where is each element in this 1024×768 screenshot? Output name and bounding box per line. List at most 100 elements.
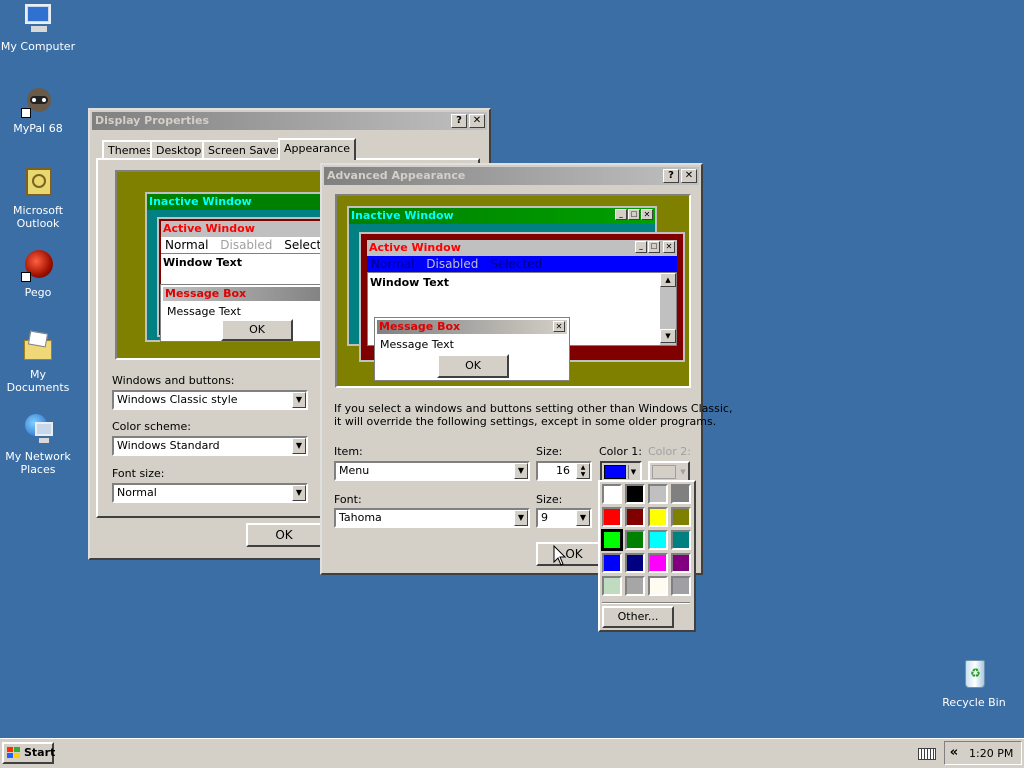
tab-label: Screen Saver bbox=[208, 144, 281, 157]
font-size-select[interactable]: 9 ▼ bbox=[536, 508, 592, 528]
chevron-down-icon[interactable]: ▼ bbox=[292, 392, 306, 408]
font-size-select[interactable]: Normal ▼ bbox=[112, 483, 308, 503]
help-button[interactable]: ? bbox=[663, 169, 679, 183]
preview-menu-bar: Normal Disabled Selected bbox=[367, 256, 677, 272]
color-swatch[interactable] bbox=[648, 507, 668, 527]
color-swatch[interactable] bbox=[648, 484, 668, 504]
color-swatch[interactable] bbox=[625, 576, 645, 596]
color-picker-popup: Other... bbox=[598, 480, 696, 632]
color-swatch[interactable] bbox=[671, 553, 691, 573]
close-button[interactable]: ✕ bbox=[469, 114, 485, 128]
ok-button[interactable]: OK bbox=[246, 523, 322, 547]
font-label: Font: bbox=[334, 493, 362, 506]
desktop-icon-mypal[interactable]: MyPal 68 bbox=[0, 84, 76, 135]
color2-swatch bbox=[652, 465, 676, 479]
color-swatch[interactable] bbox=[602, 484, 622, 504]
scroll-up-icon: ▲ bbox=[660, 273, 676, 287]
chevron-down-icon[interactable]: ▼ bbox=[514, 510, 528, 526]
desktop-icon-my-computer[interactable]: My Computer bbox=[0, 2, 76, 53]
menu-disabled: Disabled bbox=[220, 238, 273, 252]
start-label: Start bbox=[24, 746, 56, 759]
color-swatch[interactable] bbox=[625, 553, 645, 573]
desktop-icon-recycle-bin[interactable]: ♻ Recycle Bin bbox=[936, 658, 1012, 709]
color-swatch[interactable] bbox=[671, 507, 691, 527]
spinner-arrows-icon[interactable]: ▲ ▼ bbox=[576, 463, 590, 479]
keyboard-icon[interactable] bbox=[918, 748, 936, 760]
desktop-icon-network-places[interactable]: My Network Places bbox=[0, 412, 76, 476]
color-scheme-select[interactable]: Windows Standard ▼ bbox=[112, 436, 308, 456]
clock[interactable]: 1:20 PM bbox=[969, 747, 1013, 760]
color1-label: Color 1: bbox=[599, 445, 642, 458]
color-swatch[interactable] bbox=[671, 576, 691, 596]
preview-msgbox-text: Message Text bbox=[167, 305, 241, 318]
windows-buttons-select[interactable]: Windows Classic style ▼ bbox=[112, 390, 308, 410]
select-value: Windows Standard bbox=[117, 439, 220, 452]
color-swatch[interactable] bbox=[625, 530, 645, 550]
color-swatch[interactable] bbox=[602, 507, 622, 527]
other-color-button[interactable]: Other... bbox=[602, 606, 674, 628]
color-swatch[interactable] bbox=[602, 553, 622, 573]
title-bar[interactable]: Advanced Appearance ? ✕ bbox=[324, 167, 699, 185]
preview-ok-button: OK bbox=[221, 319, 293, 341]
preview-message-box: Message Box ✕ Message Text OK bbox=[374, 317, 570, 381]
windows-logo-icon bbox=[7, 747, 21, 759]
chevron-down-icon[interactable]: ▼ bbox=[514, 463, 528, 479]
color-swatch[interactable] bbox=[671, 484, 691, 504]
preview-active-title: Active Window _ □ ✕ bbox=[367, 240, 677, 256]
close-icon: ✕ bbox=[663, 241, 675, 253]
color-swatch[interactable] bbox=[625, 507, 645, 527]
desktop-icon-pego[interactable]: Pego bbox=[0, 248, 76, 299]
tray-expand-button[interactable]: « bbox=[947, 744, 961, 762]
color-swatch[interactable] bbox=[648, 553, 668, 573]
tab-label: Desktop bbox=[156, 144, 202, 157]
tab-appearance[interactable]: Appearance bbox=[278, 138, 357, 160]
color2-label: Color 2: bbox=[648, 445, 691, 458]
preview-msgbox-title: Message Box bbox=[163, 287, 329, 301]
chevron-down-icon: ▼ bbox=[680, 468, 686, 476]
color-swatch[interactable] bbox=[625, 484, 645, 504]
size-label: Size: bbox=[536, 445, 563, 458]
title-text: Inactive Window bbox=[351, 209, 454, 222]
spinner-value: 16 bbox=[556, 464, 570, 477]
item-select[interactable]: Menu ▼ bbox=[334, 461, 530, 481]
icon-label: My Computer bbox=[0, 40, 76, 53]
size-spinner[interactable]: 16 ▲ ▼ bbox=[536, 461, 592, 481]
color-swatch[interactable] bbox=[648, 530, 668, 550]
color-swatch[interactable] bbox=[648, 576, 668, 596]
close-icon: ✕ bbox=[641, 209, 653, 220]
raccoon-icon bbox=[21, 84, 55, 118]
pego-icon bbox=[21, 248, 55, 282]
chevron-down-icon[interactable]: ▼ bbox=[292, 485, 306, 501]
desktop-icon-outlook[interactable]: Microsoft Outlook bbox=[0, 166, 76, 230]
icon-label: MyPal 68 bbox=[13, 122, 63, 135]
icon-label: Recycle Bin bbox=[942, 696, 1006, 709]
tab-screen-saver[interactable]: Screen Saver bbox=[202, 140, 287, 158]
chevron-down-icon[interactable]: ▼ bbox=[292, 438, 306, 454]
recycle-bin-icon: ♻ bbox=[957, 658, 991, 692]
info-text-line1: If you select a windows and buttons sett… bbox=[334, 402, 733, 415]
minimize-icon: _ bbox=[635, 241, 647, 253]
tab-desktop[interactable]: Desktop bbox=[150, 140, 208, 158]
start-button[interactable]: Start bbox=[2, 742, 56, 764]
preview-window-text: Window Text bbox=[163, 256, 243, 269]
color-scheme-label: Color scheme: bbox=[112, 420, 191, 433]
menu-normal: Normal bbox=[165, 238, 209, 252]
icon-label: My Documents bbox=[6, 368, 70, 394]
preview-window-text: Window Text bbox=[370, 276, 450, 289]
close-button[interactable]: ✕ bbox=[681, 169, 697, 183]
color-swatch[interactable] bbox=[602, 576, 622, 596]
help-button[interactable]: ? bbox=[451, 114, 467, 128]
folder-icon bbox=[21, 330, 55, 364]
icon-label: My Network Places bbox=[5, 450, 71, 476]
close-icon: ✕ bbox=[553, 321, 565, 332]
desktop-icon-my-documents[interactable]: My Documents bbox=[0, 330, 76, 394]
font-select[interactable]: Tahoma ▼ bbox=[334, 508, 530, 528]
system-tray: « 1:20 PM bbox=[944, 741, 1022, 765]
color-swatch[interactable] bbox=[671, 530, 691, 550]
select-value: Windows Classic style bbox=[117, 393, 238, 406]
title-bar[interactable]: Display Properties ? ✕ bbox=[92, 112, 487, 130]
divider bbox=[602, 602, 690, 604]
color-swatch[interactable] bbox=[601, 529, 623, 551]
chevron-down-icon[interactable]: ▼ bbox=[576, 510, 590, 526]
preview-msgbox-text: Message Text bbox=[380, 338, 454, 351]
